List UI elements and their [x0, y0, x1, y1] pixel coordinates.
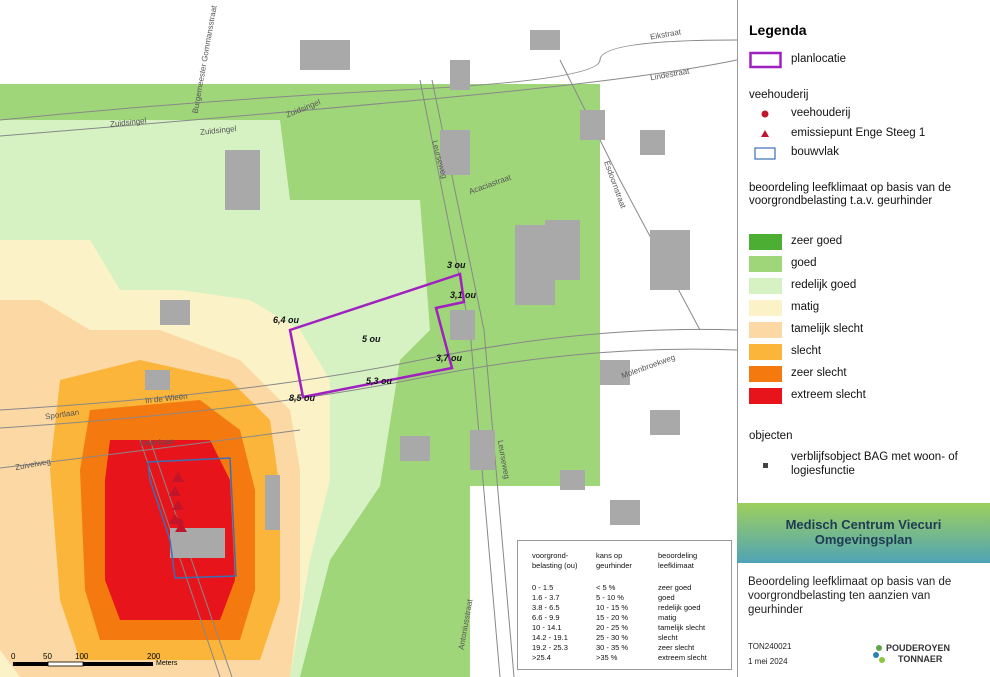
table-cell: < 5 %: [596, 583, 616, 592]
legend-class-goed: goed: [749, 255, 989, 273]
project-code: TON240021: [748, 642, 792, 651]
legend-bouwvlak: bouwvlak: [749, 144, 989, 162]
table-cell: tamelijk slecht: [658, 623, 706, 632]
class-swatch: [749, 300, 782, 316]
legend-class-extreem-slecht: extreem slecht: [749, 387, 989, 405]
bouwvlak-symbol: [749, 144, 782, 162]
class-swatch: [749, 344, 782, 360]
emissiepunt-triangle-icon: [749, 125, 782, 143]
logo-text-2: TONNAER: [898, 654, 943, 664]
table-cell: 1.6 - 3.7: [532, 593, 560, 602]
legend-veehouderij: veehouderij: [749, 105, 989, 123]
class-swatch: [749, 256, 782, 272]
class-swatch: [749, 388, 782, 404]
emissiepunt-label: emissiepunt Enge Steeg 1: [791, 127, 926, 139]
map-date: 1 mei 2024: [748, 657, 788, 666]
veehouderij-header: veehouderij: [749, 89, 809, 101]
beoordeling-header: beoordeling leefklimaat op basis van de …: [749, 182, 952, 207]
legend-class-matig: matig: [749, 299, 989, 317]
table-cell: 20 - 25 %: [596, 623, 629, 632]
logo-icon: [873, 645, 885, 663]
table-cell: 30 - 35 %: [596, 643, 629, 652]
class-label: goed: [791, 257, 817, 269]
planlocatie-symbol: [749, 51, 782, 69]
table-cell: zeer goed: [658, 583, 692, 592]
table-cell: 19.2 - 25.3: [532, 643, 568, 652]
class-label: matig: [791, 301, 820, 313]
table-cell: 5 - 10 %: [596, 593, 624, 602]
map-description: Beoordeling leefklimaat op basis van de …: [748, 576, 952, 616]
scale-tick-50: 50: [43, 652, 52, 661]
verblijfsobject-square-icon: [749, 448, 782, 468]
table-cell: 15 - 20 %: [596, 613, 629, 622]
class-label: slecht: [791, 345, 822, 357]
table-cell: extreem slecht: [658, 653, 707, 662]
map-label-3-7ou: 3,7 ou: [436, 353, 463, 363]
legend-title: Legenda: [749, 22, 807, 38]
class-label: tamelijk slecht: [791, 323, 864, 335]
legend-class-tamelijk-slecht: tamelijk slecht: [749, 321, 989, 339]
table-cell: 6.6 - 9.9: [532, 613, 560, 622]
table-cell: 25 - 30 %: [596, 633, 629, 642]
class-swatch: [749, 366, 782, 382]
map-label-3-1ou: 3,1 ou: [450, 290, 477, 300]
legend-class-zeer-goed: zeer goed: [749, 233, 989, 251]
legend-class-zeer-slecht: zeer slecht: [749, 365, 989, 383]
table-cell: 10 - 14.1: [532, 623, 562, 632]
table-cell: goed: [658, 593, 675, 602]
map-label-6-4ou: 6,4 ou: [273, 315, 300, 325]
table-cell: 14.2 - 19.1: [532, 633, 568, 642]
table-header-beoordeling: beoordeling leefklimaat: [658, 551, 698, 570]
legend-class-redelijk-goed: redelijk goed: [749, 277, 989, 295]
class-swatch: [749, 322, 782, 338]
table-cell: 3.8 - 6.5: [532, 603, 560, 612]
map-view[interactable]: 3 ou 3,1 ou 6,4 ou 5 ou 3,7 ou 5,3 ou 8,…: [0, 0, 737, 677]
legend-planlocatie: planlocatie: [749, 51, 989, 69]
class-swatch: [749, 234, 782, 250]
veehouderij-label: veehouderij: [791, 107, 851, 119]
table-cell: redelijk goed: [658, 603, 701, 612]
scale-bar: 0 50 100 200 Meters: [10, 652, 200, 672]
class-label: redelijk goed: [791, 279, 857, 291]
scale-tick-0: 0: [11, 652, 16, 661]
veehouderij-dot-icon: [749, 105, 782, 123]
class-label: zeer goed: [791, 235, 843, 247]
verblijfsobject-label: verblijfsobject BAG met woon- of logiesf…: [791, 451, 958, 477]
table-cell: slecht: [658, 633, 678, 642]
objecten-header: objecten: [749, 430, 793, 442]
table-header-voorgrond: voorgrond- belasting (ou): [532, 551, 578, 570]
class-table: voorgrond- belasting (ou) kans op geurhi…: [517, 540, 732, 670]
legend-emissiepunt: emissiepunt Enge Steeg 1: [749, 125, 989, 143]
legend-verblijfsobject: verblijfsobject BAG met woon- of logiesf…: [749, 448, 989, 478]
bouwvlak-label: bouwvlak: [791, 146, 839, 158]
table-cell: zeer slecht: [658, 643, 695, 652]
company-logo: POUDEROYEN TONNAER: [872, 640, 962, 670]
scale-tick-100: 100: [75, 652, 89, 661]
map-label-8-5ou: 8,5 ou: [289, 393, 316, 403]
table-cell: >25.4: [532, 653, 551, 662]
table-cell: >35 %: [596, 653, 618, 662]
class-swatch: [749, 278, 782, 294]
class-label: extreem slecht: [791, 389, 866, 401]
table-cell: matig: [658, 613, 677, 622]
class-label: zeer slecht: [791, 367, 847, 379]
legend-class-slecht: slecht: [749, 343, 989, 361]
planlocatie-label: planlocatie: [791, 53, 846, 65]
table-header-kans: kans op geurhinder: [596, 551, 632, 570]
map-label-5ou: 5 ou: [362, 334, 381, 344]
table-cell: 10 - 15 %: [596, 603, 629, 612]
table-cell: 0 - 1.5: [532, 583, 554, 592]
map-label-3ou: 3 ou: [447, 260, 466, 270]
title-line1: Medisch Centrum Viecuri: [785, 517, 942, 532]
scale-unit: Meters: [156, 660, 178, 667]
title-block: Medisch Centrum Viecuri Omgevingsplan: [737, 503, 990, 563]
title-line2: Omgevingsplan: [814, 532, 913, 547]
map-label-5-3ou: 5,3 ou: [366, 376, 393, 386]
logo-text-1: POUDEROYEN: [886, 643, 951, 653]
